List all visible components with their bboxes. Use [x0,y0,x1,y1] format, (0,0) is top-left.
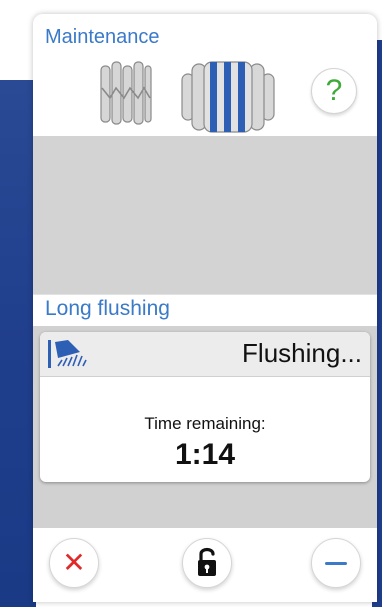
status-text: Flushing... [242,338,362,368]
help-button[interactable]: ? [311,68,357,114]
minus-button[interactable] [311,538,361,588]
unlock-icon [198,547,216,576]
bottom-bar: ✕ [33,528,377,602]
section-title: Long flushing [45,297,170,320]
shower-icon [48,340,87,368]
cancel-button[interactable]: ✕ [49,538,99,588]
section-header: Long flushing [33,294,377,329]
background-panel [0,80,36,607]
time-remaining-value: 1:14 [174,438,236,471]
time-remaining-label: Time remaining: [144,414,266,433]
header: Maintenance ? [33,14,377,136]
panel-header: Flushing... [40,332,370,377]
page-title: Maintenance [45,26,160,48]
lock-button[interactable] [182,538,232,588]
cartridge-icon[interactable] [178,60,278,134]
filter-icon[interactable] [98,60,154,126]
content-area [33,136,377,294]
device-screen: Maintenance ? Long flushing Flushing... … [33,14,377,602]
panel-area: Flushing... Time remaining: 1:14 [33,326,377,528]
minus-icon [325,562,347,565]
close-icon: ✕ [62,547,86,578]
status-panel: Flushing... Time remaining: 1:14 [40,332,370,482]
